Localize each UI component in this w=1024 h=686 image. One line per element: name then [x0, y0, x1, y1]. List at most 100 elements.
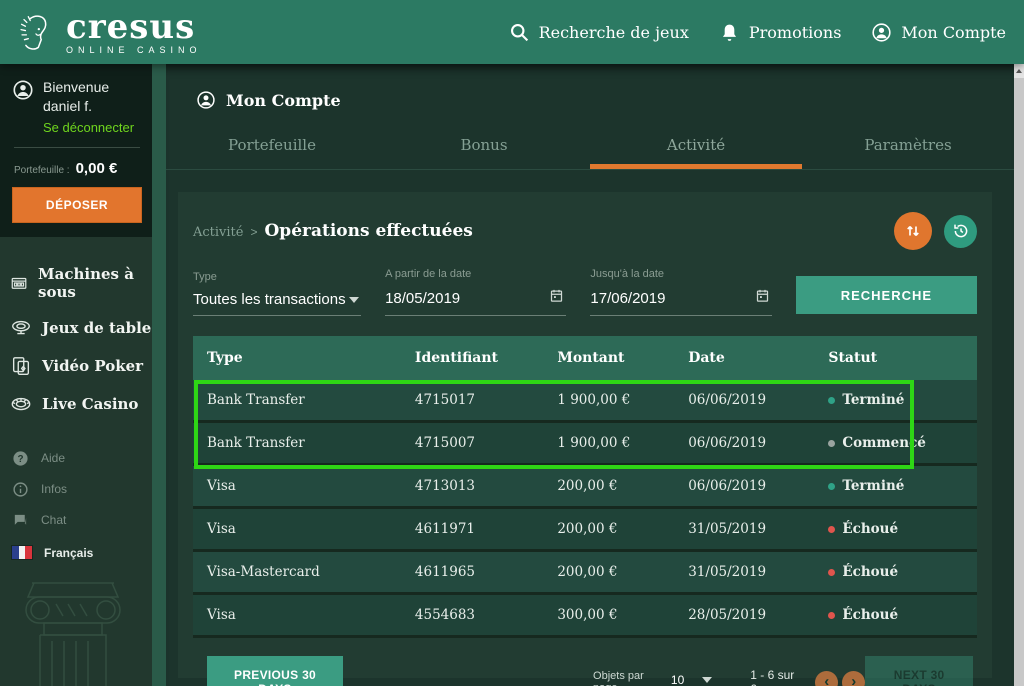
cell-type: Visa-Mastercard: [207, 564, 415, 580]
table-row[interactable]: Visa 4611971 200,00 € 31/05/2019 Échoué: [193, 509, 977, 552]
cell-montant: 200,00 €: [557, 521, 688, 537]
scroll-up-button[interactable]: [1014, 64, 1024, 78]
status-label: Échoué: [842, 564, 898, 580]
deposit-button[interactable]: DÉPOSER: [12, 187, 142, 223]
table-header-row: Type Identifiant Montant Date Statut: [193, 336, 977, 380]
cell-montant: 200,00 €: [557, 564, 688, 580]
tab-bonus[interactable]: Bonus: [378, 128, 590, 169]
status-label: Terminé: [842, 478, 904, 494]
status-label: Terminé: [842, 392, 904, 408]
bell-icon: [719, 22, 740, 43]
account-tabs: Portefeuille Bonus Activité Paramètres: [166, 128, 1014, 170]
cell-montant: 200,00 €: [557, 478, 688, 494]
breadcrumb-section[interactable]: Activité: [193, 225, 243, 240]
table-row[interactable]: Visa 4713013 200,00 € 06/06/2019 Terminé: [193, 466, 977, 509]
cell-type: Visa: [207, 521, 415, 537]
previous-30-days-button[interactable]: PREVIOUS 30 DAYS: [207, 656, 343, 686]
cell-identifiant: 4554683: [415, 607, 557, 623]
nav-search-games[interactable]: Recherche de jeux: [509, 22, 689, 43]
sidebar-item-live-casino[interactable]: Live Casino: [10, 385, 152, 423]
date-to-input[interactable]: Jusqu'à la date 17/06/2019: [590, 268, 771, 316]
welcome-line: Bienvenue: [43, 78, 134, 97]
nav-promotions[interactable]: Promotions: [719, 22, 842, 43]
cell-type: Bank Transfer: [207, 392, 415, 408]
account-header: Mon Compte: [166, 64, 1014, 110]
status-dot: [828, 397, 835, 404]
main-content: Mon Compte Portefeuille Bonus Activité P…: [166, 64, 1014, 686]
vertical-scrollbar[interactable]: [1014, 64, 1024, 686]
next-page-button[interactable]: ›: [842, 671, 865, 686]
table-row[interactable]: Visa 4554683 300,00 € 28/05/2019 Échoué: [193, 595, 977, 638]
help-icon: ?: [12, 450, 29, 467]
welcome-text: Bienvenue daniel f.: [43, 78, 134, 116]
wallet-value: 0,00 €: [76, 160, 118, 177]
cell-identifiant: 4715017: [415, 392, 557, 408]
per-page-value: 10: [671, 673, 684, 686]
sidebar-item-aide[interactable]: ? Aide: [12, 443, 152, 474]
sidebar: Bienvenue daniel f. Se déconnecter Porte…: [0, 64, 152, 686]
logo-title: cresus: [66, 10, 202, 44]
sec-label: Infos: [41, 482, 67, 496]
type-select[interactable]: Type Toutes les transactions: [193, 271, 361, 316]
sidebar-item-video-poker[interactable]: Vidéo Poker: [10, 347, 152, 385]
sec-label: Aide: [41, 451, 65, 465]
date-from-input[interactable]: A partir de la date 18/05/2019: [385, 268, 566, 316]
cell-montant: 300,00 €: [557, 607, 688, 623]
cell-montant: 1 900,00 €: [557, 392, 688, 408]
cell-statut: Terminé: [828, 392, 977, 408]
logo-subtitle: ONLINE CASINO: [66, 46, 202, 55]
per-page-select[interactable]: 10: [669, 673, 714, 686]
cell-date: 31/05/2019: [688, 521, 828, 537]
date-to-value: 17/06/2019: [590, 290, 665, 307]
calendar-icon: [549, 288, 564, 303]
table-row[interactable]: Visa-Mastercard 4611965 200,00 € 31/05/2…: [193, 552, 977, 595]
tab-portefeuille[interactable]: Portefeuille: [166, 128, 378, 169]
cell-identifiant: 4611965: [415, 564, 557, 580]
cell-type: Visa: [207, 478, 415, 494]
next-30-days-button[interactable]: NEXT 30 DAYS: [865, 656, 973, 686]
history-button[interactable]: [944, 215, 977, 248]
status-dot: [828, 483, 835, 490]
cell-statut: Échoué: [828, 607, 977, 623]
nav-mon-compte[interactable]: Mon Compte: [871, 22, 1006, 43]
previous-page-button[interactable]: ‹: [815, 671, 838, 686]
sidebar-item-infos[interactable]: Infos: [12, 474, 152, 505]
wallet-label: Portefeuille :: [14, 165, 70, 176]
breadcrumb-page: Opérations effectuées: [265, 221, 473, 241]
tab-parametres[interactable]: Paramètres: [802, 128, 1014, 169]
sort-transactions-button[interactable]: [894, 212, 932, 250]
col-header-statut: Statut: [828, 350, 977, 366]
cell-identifiant: 4715007: [415, 435, 557, 451]
cresus-logo[interactable]: cresus ONLINE CASINO: [12, 9, 202, 55]
cell-statut: Échoué: [828, 521, 977, 537]
cell-type: Bank Transfer: [207, 435, 415, 451]
svg-text:?: ?: [17, 454, 23, 465]
page-title: Mon Compte: [226, 91, 341, 110]
table-row[interactable]: Bank Transfer 4715007 1 900,00 € 06/06/2…: [193, 423, 977, 466]
laurel-head-icon: [12, 9, 58, 55]
tab-activite[interactable]: Activité: [590, 128, 802, 169]
transactions-table: Type Identifiant Montant Date Statut Ban…: [193, 336, 977, 638]
user-avatar-icon: [12, 79, 34, 101]
table-body: Bank Transfer 4715017 1 900,00 € 06/06/2…: [193, 380, 977, 638]
search-button[interactable]: RECHERCHE: [796, 276, 977, 314]
date-from-value: 18/05/2019: [385, 290, 460, 307]
sidebar-item-chat[interactable]: Chat: [12, 505, 152, 536]
caret-down-icon: [349, 297, 359, 303]
cell-identifiant: 4713013: [415, 478, 557, 494]
table-row[interactable]: Bank Transfer 4715017 1 900,00 € 06/06/2…: [193, 380, 977, 423]
top-navigation: Recherche de jeux Promotions Mon Compte: [509, 22, 1006, 43]
logout-link[interactable]: Se déconnecter: [43, 120, 134, 135]
menu-label: Machines à sous: [38, 265, 152, 301]
sidebar-item-machines-a-sous[interactable]: Machines à sous: [10, 257, 152, 309]
sidebar-item-jeux-de-table[interactable]: Jeux de table: [10, 309, 152, 347]
language-selector[interactable]: Français: [0, 536, 152, 560]
caret-down-icon: [702, 677, 712, 683]
cell-date: 06/06/2019: [688, 435, 828, 451]
status-dot: [828, 440, 835, 447]
breadcrumb-separator: >: [250, 225, 257, 239]
cell-date: 06/06/2019: [688, 392, 828, 408]
breadcrumb: Activité > Opérations effectuées: [193, 221, 473, 241]
col-header-date: Date: [688, 350, 828, 366]
history-icon: [952, 222, 970, 240]
